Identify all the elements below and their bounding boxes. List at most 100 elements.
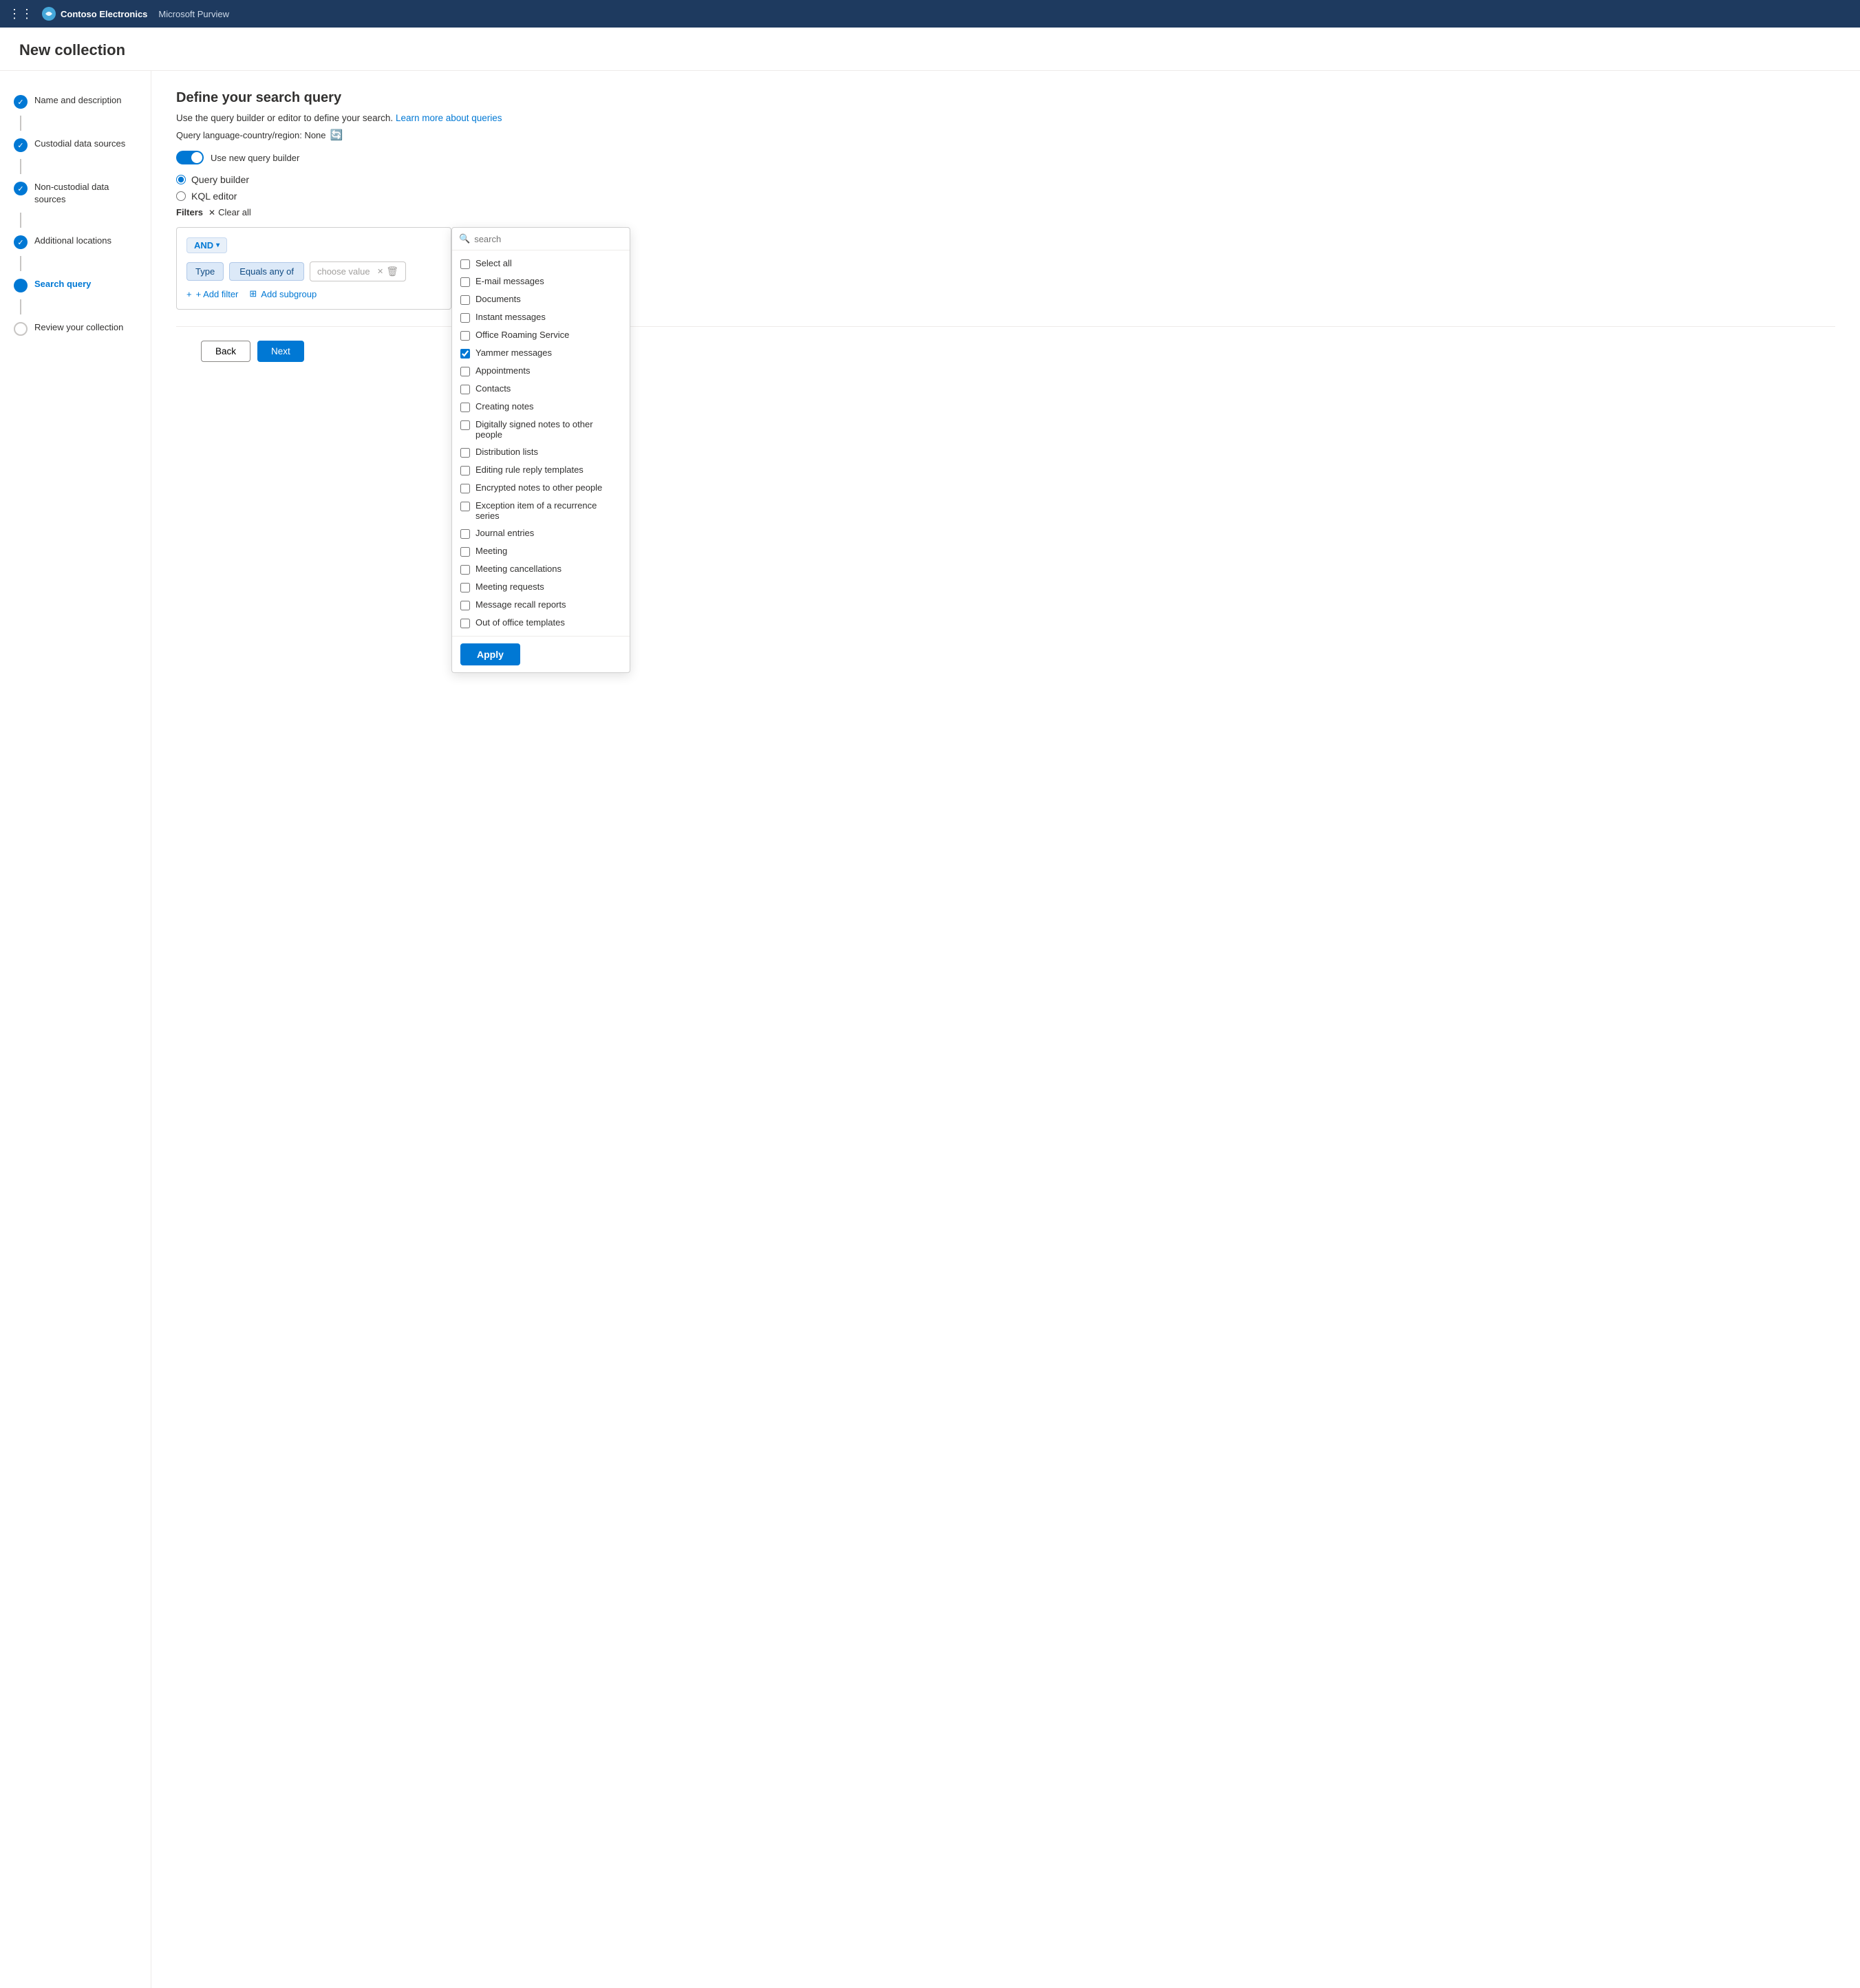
apply-button[interactable]: Apply — [460, 643, 520, 665]
checkbox-appointments[interactable] — [460, 367, 470, 376]
filter-type-badge[interactable]: Type — [186, 262, 224, 281]
add-subgroup-icon: ⊞ — [249, 288, 257, 299]
step-label-name-description: Name and description — [34, 94, 121, 107]
sidebar-item-additional-locations[interactable]: ✓ Additional locations — [0, 228, 151, 256]
main-content-area: Define your search query Use the query b… — [151, 71, 1860, 1988]
dropdown-item-label-encrypted-notes: Encrypted notes to other people — [475, 482, 602, 493]
kql-editor-radio-row: KQL editor — [176, 191, 1835, 202]
dropdown-item-label-meeting-cancellations: Meeting cancellations — [475, 564, 562, 574]
checkbox-meeting[interactable] — [460, 547, 470, 557]
step-label-non-custodial: Non-custodial data sources — [34, 181, 137, 206]
checkbox-editing-rule[interactable] — [460, 466, 470, 475]
checkbox-encrypted-notes[interactable] — [460, 484, 470, 493]
sidebar-item-custodial[interactable]: ✓ Custodial data sources — [0, 131, 151, 159]
grid-icon[interactable]: ⋮⋮ — [8, 7, 33, 21]
dropdown-item-meeting-requests[interactable]: Meeting requests — [452, 578, 630, 596]
step-icon-non-custodial: ✓ — [14, 182, 28, 195]
filters-label: Filters — [176, 207, 203, 217]
radio-kql-editor[interactable] — [176, 191, 186, 201]
dropdown-item-label-creating-notes: Creating notes — [475, 401, 534, 412]
dropdown-search-row: 🔍 — [452, 228, 630, 250]
checkbox-exception-item[interactable] — [460, 502, 470, 511]
add-filter-row: + + Add filter ⊞ Add subgroup — [186, 288, 441, 299]
dropdown-item-label-documents: Documents — [475, 294, 521, 304]
dropdown-item-journal-entries[interactable]: Journal entries — [452, 524, 630, 542]
add-subgroup-button[interactable]: ⊞ Add subgroup — [249, 288, 317, 299]
sidebar: ✓ Name and description ✓ Custodial data … — [0, 71, 151, 1988]
checkbox-creating-notes[interactable] — [460, 403, 470, 412]
dropdown-item-label-yammer-messages: Yammer messages — [475, 348, 552, 358]
dropdown-item-label-instant-messages: Instant messages — [475, 312, 546, 322]
dropdown-item-digitally-signed[interactable]: Digitally signed notes to other people — [452, 416, 630, 443]
dropdown-item-email-messages[interactable]: E-mail messages — [452, 272, 630, 290]
dropdown-item-label-select-all: Select all — [475, 258, 512, 268]
dropdown-item-select-all[interactable]: Select all — [452, 255, 630, 272]
connector-3 — [20, 213, 21, 228]
dropdown-item-label-out-of-office: Out of office templates — [475, 617, 565, 628]
dropdown-item-meeting[interactable]: Meeting — [452, 542, 630, 560]
checkbox-instant-messages[interactable] — [460, 313, 470, 323]
language-settings-icon[interactable]: 🔄 — [330, 129, 343, 141]
contoso-logo-icon — [41, 6, 56, 21]
radio-query-builder[interactable] — [176, 175, 186, 184]
next-button[interactable]: Next — [257, 341, 304, 362]
sidebar-item-non-custodial[interactable]: ✓ Non-custodial data sources — [0, 174, 151, 213]
checkbox-email-messages[interactable] — [460, 277, 470, 287]
clear-icon: ✕ — [209, 208, 215, 217]
filter-builder-area: AND ▾ Type Equals any of choose value ✕ … — [176, 227, 1835, 310]
clear-all-button[interactable]: ✕ Clear all — [209, 207, 251, 217]
search-input[interactable] — [474, 234, 623, 244]
top-navigation: ⋮⋮ Contoso Electronics Microsoft Purview — [0, 0, 1860, 28]
sidebar-item-name-description[interactable]: ✓ Name and description — [0, 87, 151, 116]
dropdown-item-exception-item[interactable]: Exception item of a recurrence series — [452, 497, 630, 524]
add-filter-button[interactable]: + + Add filter — [186, 289, 238, 299]
dropdown-item-appointments[interactable]: Appointments — [452, 362, 630, 380]
dropdown-item-meeting-cancellations[interactable]: Meeting cancellations — [452, 560, 630, 578]
and-badge[interactable]: AND ▾ — [186, 237, 227, 253]
dropdown-item-contacts[interactable]: Contacts — [452, 380, 630, 398]
dropdown-item-label-journal-entries: Journal entries — [475, 528, 534, 538]
checkbox-contacts[interactable] — [460, 385, 470, 394]
dropdown-item-editing-rule[interactable]: Editing rule reply templates — [452, 461, 630, 479]
checkbox-out-of-office[interactable] — [460, 619, 470, 628]
dropdown-item-label-meeting-requests: Meeting requests — [475, 581, 544, 592]
query-builder-toggle-row: Use new query builder — [176, 151, 1835, 164]
checkbox-documents[interactable] — [460, 295, 470, 305]
dropdown-item-documents[interactable]: Documents — [452, 290, 630, 308]
dropdown-item-label-office-roaming: Office Roaming Service — [475, 330, 569, 340]
checkbox-office-roaming[interactable] — [460, 331, 470, 341]
filter-value-clear-icon[interactable]: ✕ — [377, 267, 383, 276]
checkbox-meeting-cancellations[interactable] — [460, 565, 470, 575]
dropdown-item-out-of-office[interactable]: Out of office templates — [452, 614, 630, 632]
checkbox-journal-entries[interactable] — [460, 529, 470, 539]
filter-value-input[interactable]: choose value ✕ 🗑 — [310, 261, 406, 281]
dropdown-item-office-roaming[interactable]: Office Roaming Service — [452, 326, 630, 344]
filter-delete-icon[interactable]: 🗑 — [386, 266, 398, 277]
query-builder-radio-row: Query builder — [176, 174, 1835, 185]
dropdown-item-creating-notes[interactable]: Creating notes — [452, 398, 630, 416]
dropdown-item-instant-messages[interactable]: Instant messages — [452, 308, 630, 326]
checkbox-select-all[interactable] — [460, 259, 470, 269]
checkbox-distribution-lists[interactable] — [460, 448, 470, 458]
step-label-custodial: Custodial data sources — [34, 138, 125, 150]
checkbox-yammer-messages[interactable] — [460, 349, 470, 359]
dropdown-item-label-message-recall: Message recall reports — [475, 599, 566, 610]
dropdown-item-message-recall[interactable]: Message recall reports — [452, 596, 630, 614]
checkbox-message-recall[interactable] — [460, 601, 470, 610]
checkbox-digitally-signed[interactable] — [460, 420, 470, 430]
connector-4 — [20, 256, 21, 271]
back-button[interactable]: Back — [201, 341, 250, 362]
learn-more-link[interactable]: Learn more about queries — [396, 113, 502, 123]
dropdown-item-distribution-lists[interactable]: Distribution lists — [452, 443, 630, 461]
connector-1 — [20, 116, 21, 131]
filter-operator-badge[interactable]: Equals any of — [229, 262, 304, 281]
step-icon-review — [14, 322, 28, 336]
sidebar-item-search-query[interactable]: Search query — [0, 271, 151, 299]
sidebar-item-review[interactable]: Review your collection — [0, 314, 151, 343]
checkbox-meeting-requests[interactable] — [460, 583, 470, 592]
dropdown-item-encrypted-notes[interactable]: Encrypted notes to other people — [452, 479, 630, 497]
query-builder-toggle[interactable] — [176, 151, 204, 164]
filters-row: Filters ✕ Clear all — [176, 207, 1835, 217]
section-title: Define your search query — [176, 90, 1835, 106]
dropdown-item-yammer-messages[interactable]: Yammer messages — [452, 344, 630, 362]
